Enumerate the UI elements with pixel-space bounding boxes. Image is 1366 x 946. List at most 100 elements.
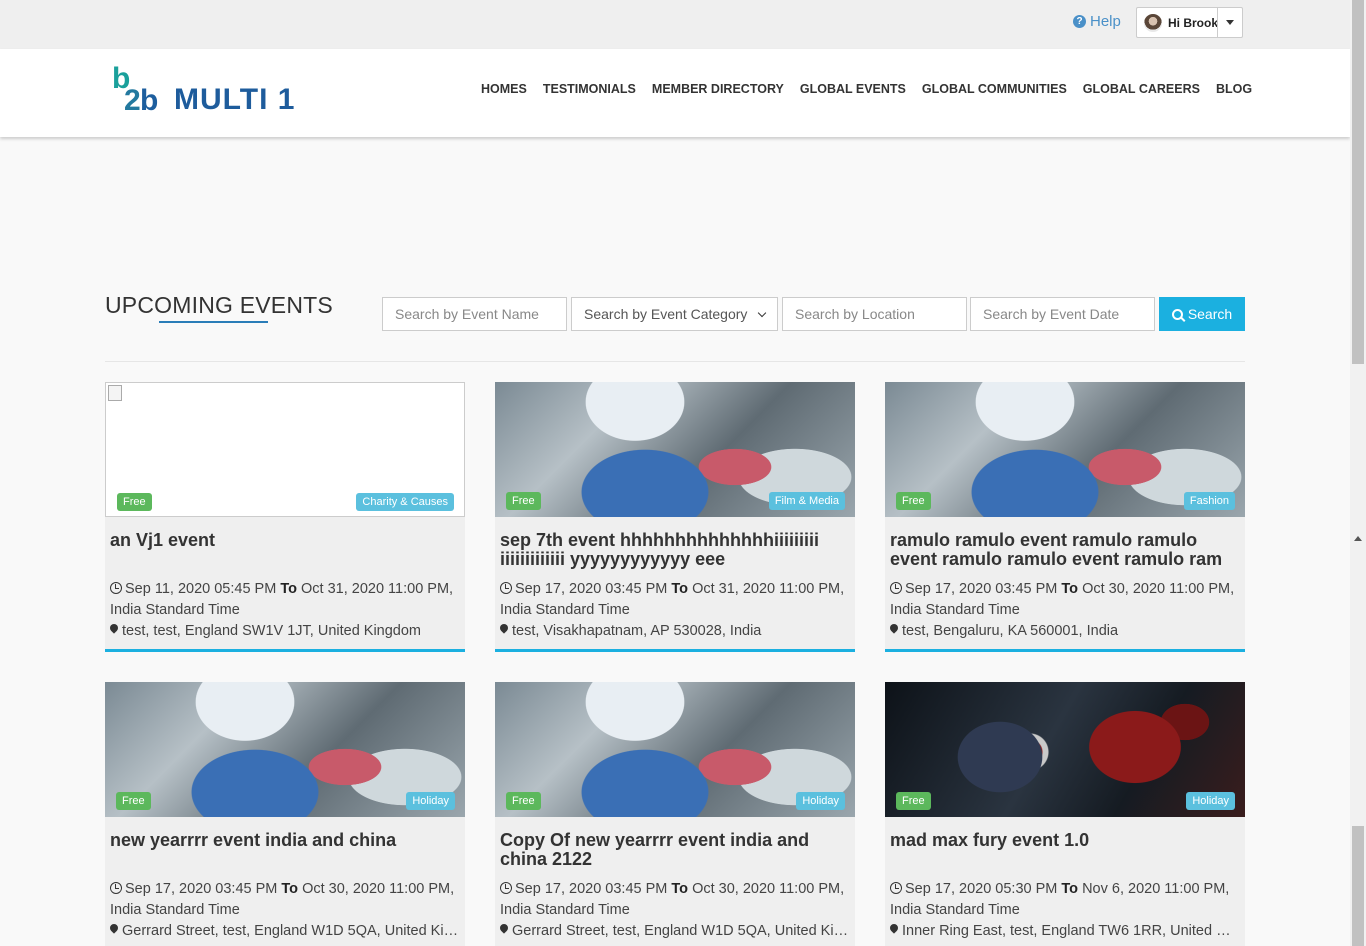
event-end: Oct 30, 2020 11:00 PM, [1082,581,1235,597]
event-image[interactable]: Free Film & Media [495,382,855,517]
event-timezone: India Standard Time [110,602,240,618]
map-marker-icon [500,924,508,936]
broken-image-icon [108,385,122,401]
event-name-placeholder: Search by Event Name [395,306,539,322]
map-marker-icon [110,924,118,936]
scrollbar-thumb-lower[interactable] [1352,826,1364,946]
event-title[interactable]: new yearrrr event india and china [110,831,460,875]
clock-icon [890,882,902,894]
event-title[interactable]: sep 7th event hhhhhhhhhhhhhhiiiiiiiii ii… [500,531,850,575]
clock-icon [500,582,512,594]
to-label: To [280,581,297,597]
event-date-input[interactable]: Search by Event Date [970,297,1155,331]
chevron-down-icon [757,308,767,317]
event-end: Oct 31, 2020 11:00 PM, [692,581,845,597]
event-timezone: India Standard Time [110,902,240,918]
event-image[interactable]: Free Holiday [105,682,465,817]
map-marker-icon [890,924,898,936]
search-icon [1171,308,1183,320]
price-badge: Free [506,792,541,810]
event-image[interactable]: Free Holiday [885,682,1245,817]
event-card[interactable]: Free Holiday mad max fury event 1.0 Sep … [885,682,1245,946]
nav-homes[interactable]: HOMES [481,82,527,96]
event-category-value: Search by Event Category [584,306,748,322]
price-badge: Free [506,492,541,510]
event-start: Sep 11, 2020 05:45 PM [125,581,277,597]
event-image[interactable]: Free Charity & Causes [105,382,465,517]
section-title: UPCOMING EVENTS [105,292,333,318]
to-label: To [671,881,689,897]
scrollbar-thumb[interactable] [1352,0,1364,364]
category-badge: Fashion [1183,492,1235,510]
to-label: To [1061,581,1079,597]
nav-blog[interactable]: BLOG [1216,82,1252,96]
user-menu-toggle[interactable] [1217,8,1242,37]
event-image[interactable]: Free Fashion [885,382,1245,517]
location-input[interactable]: Search by Location [782,297,967,331]
event-title[interactable]: Copy Of new yearrrr event india and chin… [500,831,850,875]
event-card[interactable]: Free Fashion ramulo ramulo event ramulo … [885,382,1245,652]
category-badge: Holiday [406,792,455,810]
user-menu-button[interactable]: Hi Brook [1136,7,1243,38]
price-badge: Free [116,792,151,810]
nav-testimonials[interactable]: TESTIMONIALS [543,82,636,96]
nav-global-careers[interactable]: GLOBAL CAREERS [1083,82,1200,96]
nav-global-events[interactable]: GLOBAL EVENTS [800,82,906,96]
site-header: b2b MULTI 1 HOMES TESTIMONIALS MEMBER DI… [0,49,1350,137]
map-marker-icon [890,624,898,636]
event-title[interactable]: ramulo ramulo event ramulo ramulo event … [890,531,1240,575]
to-label: To [671,581,689,597]
event-end: Oct 31, 2020 11:00 PM, [301,581,454,597]
logo-text: MULTI 1 [174,83,296,116]
event-timezone: India Standard Time [500,602,630,618]
event-category-select[interactable]: Search by Event Category [571,297,778,331]
logo-mark: b2b [112,62,159,117]
title-underline [159,321,268,323]
help-link[interactable]: ? Help [1073,13,1121,30]
event-location: Inner Ring East, test, England TW6 1RR, … [902,923,1240,939]
nav-member-directory[interactable]: MEMBER DIRECTORY [652,82,784,96]
nav-global-communities[interactable]: GLOBAL COMMUNITIES [922,82,1067,96]
category-badge: Charity & Causes [356,493,454,511]
event-start: Sep 17, 2020 03:45 PM [515,581,668,597]
page-scrollbar[interactable] [1350,0,1366,946]
logo[interactable]: b2b MULTI 1 [112,64,295,119]
card-accent-line [885,649,1245,652]
event-start: Sep 17, 2020 03:45 PM [515,881,668,897]
event-title[interactable]: mad max fury event 1.0 [890,831,1240,875]
event-start: Sep 17, 2020 03:45 PM [905,581,1058,597]
scroll-up-arrow-icon[interactable] [1354,536,1362,541]
price-badge: Free [896,792,931,810]
event-start: Sep 17, 2020 03:45 PM [125,881,278,897]
event-end: Nov 6, 2020 11:00 PM, [1082,881,1230,897]
card-accent-line [495,649,855,652]
search-button-label: Search [1187,306,1233,322]
event-title[interactable]: an Vj1 event [110,531,460,575]
search-button[interactable]: Search [1159,297,1245,331]
avatar [1144,13,1162,32]
event-card[interactable]: Free Charity & Causes an Vj1 event Sep 1… [105,382,465,652]
clock-icon [890,582,902,594]
event-timezone: India Standard Time [500,902,630,918]
clock-icon [500,882,512,894]
event-image[interactable]: Free Holiday [495,682,855,817]
map-marker-icon [500,624,508,636]
category-badge: Holiday [796,792,845,810]
event-end: Oct 30, 2020 11:00 PM, [302,881,455,897]
to-label: To [1061,881,1079,897]
event-location: test, test, England SW1V 1JT, United Kin… [122,623,422,639]
event-end: Oct 30, 2020 11:00 PM, [692,881,845,897]
map-marker-icon [110,624,118,636]
event-card[interactable]: Free Film & Media sep 7th event hhhhhhhh… [495,382,855,652]
event-card[interactable]: Free Holiday new yearrrr event india and… [105,682,465,946]
event-location: Gerrard Street, test, England W1D 5QA, U… [122,923,460,939]
event-name-input[interactable]: Search by Event Name [382,297,567,331]
event-start: Sep 17, 2020 05:30 PM [905,881,1058,897]
clock-icon [110,882,122,894]
card-accent-line [105,649,465,652]
event-timezone: India Standard Time [890,902,1020,918]
clock-icon [110,582,122,594]
section-divider [105,361,1245,362]
event-card[interactable]: Free Holiday Copy Of new yearrrr event i… [495,682,855,946]
category-badge: Holiday [1186,792,1235,810]
